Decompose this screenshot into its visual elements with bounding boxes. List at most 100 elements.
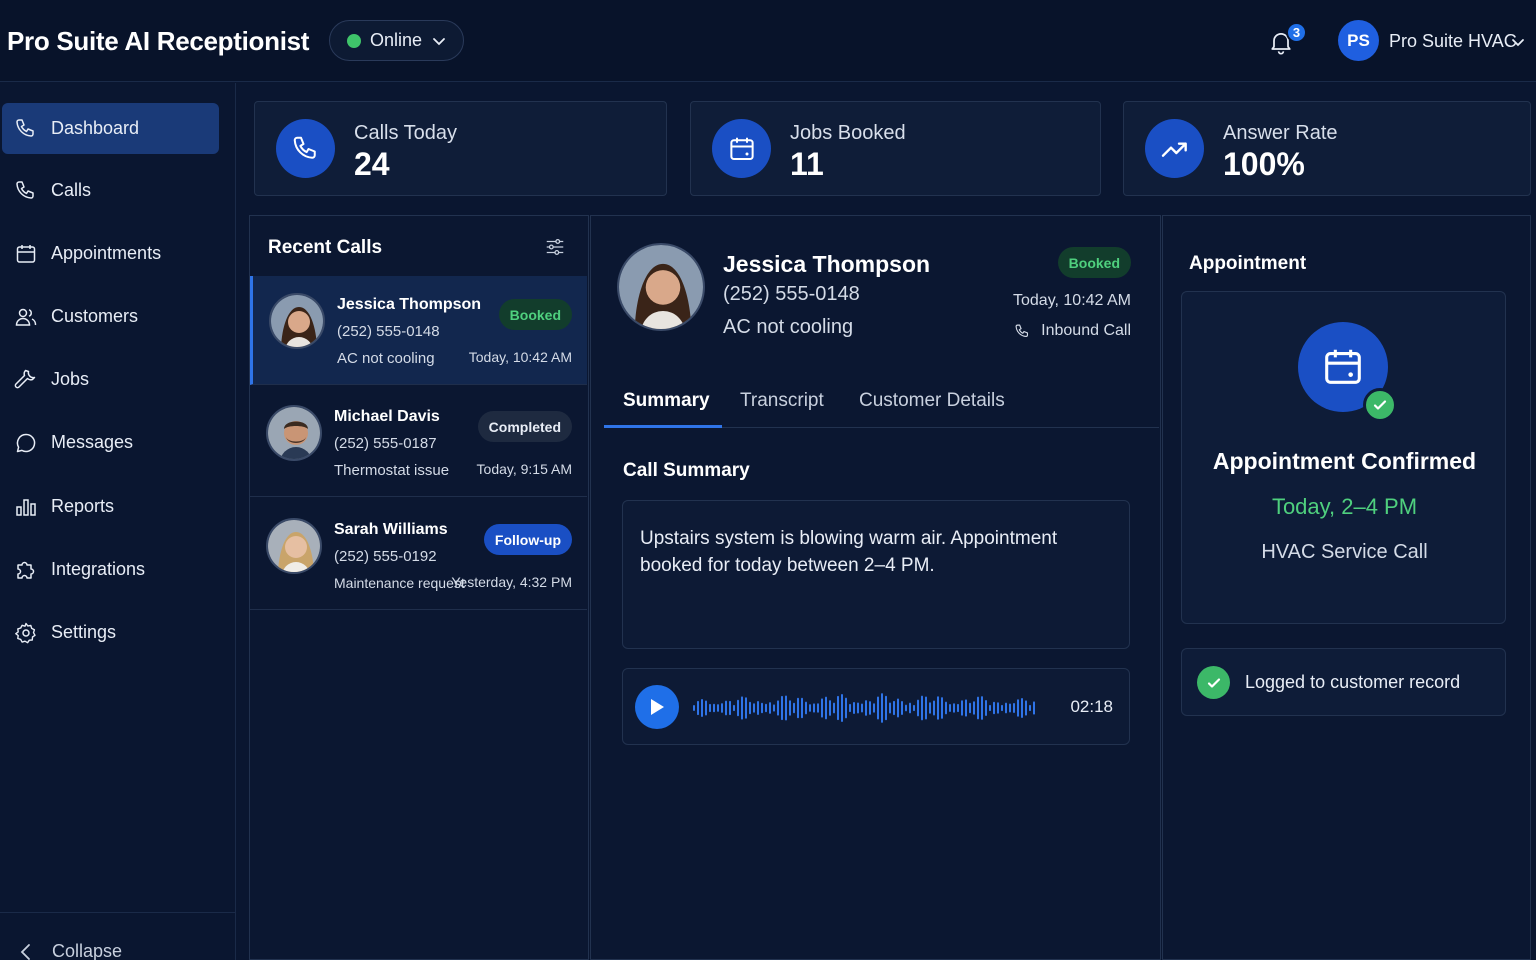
waveform-bar — [873, 703, 875, 713]
recent-calls-title: Recent Calls — [268, 237, 383, 258]
call-time: Today, 10:42 AM — [468, 349, 572, 365]
waveform-bar — [953, 703, 955, 713]
waveform-bar — [793, 702, 795, 714]
waveform-bar — [869, 701, 871, 715]
waveform-bar — [833, 702, 835, 714]
call-list-item[interactable]: Sarah Williams (252) 555-0192 Maintenanc… — [250, 501, 587, 610]
sidebar-item-integrations[interactable]: Integrations — [2, 544, 219, 595]
collapse-button[interactable]: Collapse — [18, 941, 122, 960]
waveform-bar — [1017, 699, 1019, 717]
filter-sliders-icon[interactable] — [544, 236, 566, 258]
waveform-bar — [969, 702, 971, 714]
chevron-down-icon[interactable] — [1510, 34, 1526, 50]
detail-tabs: Summary Transcript Customer Details — [604, 381, 1159, 428]
call-issue: Thermostat issue — [334, 462, 450, 479]
caller-name: Jessica Thompson — [723, 251, 931, 277]
chat-bubble-icon — [16, 433, 36, 452]
waveform-bar — [797, 697, 799, 719]
waveform-bar — [745, 697, 747, 719]
waveform-bar — [861, 703, 863, 713]
waveform-bar — [829, 700, 831, 716]
waveform-bar — [757, 701, 759, 715]
tab-transcript[interactable]: Transcript — [740, 390, 824, 412]
recent-calls-panel: Recent Calls Jessica Thompson (252) 555-… — [249, 215, 589, 960]
waveform-bar — [785, 695, 787, 721]
avatar — [266, 518, 322, 574]
gear-icon — [15, 622, 36, 643]
waveform-bar — [693, 705, 695, 711]
status-dropdown[interactable]: Online — [329, 20, 464, 61]
waveform-bar — [801, 697, 803, 719]
waveform-bar — [977, 696, 979, 720]
sidebar-item-appointments[interactable]: Appointments — [2, 228, 219, 279]
waveform-bar — [837, 695, 839, 721]
waveform-bar — [697, 700, 699, 716]
call-issue: Maintenance request — [334, 575, 465, 591]
audio-waveform[interactable] — [691, 686, 1036, 730]
call-list-item[interactable]: Michael Davis (252) 555-0187 Thermostat … — [250, 388, 587, 497]
sidebar-item-customers[interactable]: Customers — [2, 291, 219, 342]
sidebar-item-label: Dashboard — [51, 118, 140, 138]
waveform-bar — [957, 703, 959, 713]
waveform-bar — [709, 703, 711, 713]
audio-duration: 02:18 — [1070, 697, 1113, 716]
stat-label: Answer Rate — [1223, 122, 1338, 144]
caller-phone: (252) 555-0187 — [334, 435, 437, 452]
waveform-bar — [813, 703, 815, 713]
waveform-bar — [825, 696, 827, 720]
play-button[interactable] — [635, 685, 679, 729]
caller-phone: (252) 555-0148 — [723, 283, 860, 305]
logged-label: Logged to customer record — [1245, 672, 1461, 692]
call-issue: AC not cooling — [337, 350, 435, 367]
tab-customer-details[interactable]: Customer Details — [859, 390, 1005, 412]
waveform-bar — [925, 696, 927, 720]
waveform-bar — [897, 698, 899, 718]
chevron-down-icon — [431, 33, 447, 49]
waveform-bar — [981, 696, 983, 720]
sidebar-item-settings[interactable]: Settings — [2, 607, 219, 658]
waveform-bar — [773, 704, 775, 712]
waveform-bar — [849, 703, 851, 713]
waveform-bar — [945, 701, 947, 715]
sidebar-item-calls[interactable]: Calls — [2, 165, 219, 216]
phone-icon — [16, 118, 34, 137]
waveform-bar — [993, 701, 995, 715]
waveform-bar — [1001, 704, 1003, 712]
sidebar-item-dashboard[interactable]: Dashboard — [2, 103, 219, 154]
stat-value: 11 — [790, 146, 824, 182]
waveform-bar — [1005, 702, 1007, 714]
sidebar-item-reports[interactable]: Reports — [2, 481, 219, 532]
waveform-bar — [733, 704, 735, 712]
waveform-bar — [885, 695, 887, 721]
sidebar-item-jobs[interactable]: Jobs — [2, 354, 219, 405]
calendar-icon — [16, 244, 36, 263]
avatar — [266, 405, 322, 461]
waveform-bar — [713, 703, 715, 713]
account-name[interactable]: Pro Suite HVAC — [1389, 31, 1517, 52]
waveform-bar — [913, 704, 915, 712]
sidebar-item-messages[interactable]: Messages — [2, 417, 219, 468]
status-badge: Booked — [1057, 247, 1131, 278]
sidebar: Dashboard Calls Appointments Customers J… — [0, 83, 236, 960]
phone-icon — [276, 119, 335, 178]
waveform-bar — [917, 699, 919, 717]
sidebar-item-label: Calls — [51, 180, 92, 200]
call-summary-heading: Call Summary — [623, 460, 750, 481]
appointment-heading: Appointment — [1189, 253, 1307, 274]
caller-phone: (252) 555-0148 — [337, 323, 440, 340]
waveform-bar — [1013, 703, 1015, 713]
caller-name: Sarah Williams — [334, 521, 448, 538]
account-avatar[interactable]: PS — [1338, 20, 1379, 61]
waveform-bar — [741, 696, 743, 720]
waveform-bar — [965, 699, 967, 717]
call-time: Yesterday, 4:32 PM — [451, 574, 572, 590]
users-icon — [15, 308, 37, 326]
call-list-item[interactable]: Jessica Thompson (252) 555-0148 AC not c… — [250, 276, 587, 385]
stat-card-answer-rate: Answer Rate 100% — [1123, 101, 1531, 196]
status-badge: Booked — [498, 299, 572, 330]
waveform-bar — [821, 698, 823, 718]
sidebar-item-label: Messages — [51, 432, 134, 452]
waveform-bar — [721, 703, 723, 713]
tab-summary[interactable]: Summary — [623, 390, 710, 412]
stat-label: Jobs Booked — [790, 122, 906, 144]
